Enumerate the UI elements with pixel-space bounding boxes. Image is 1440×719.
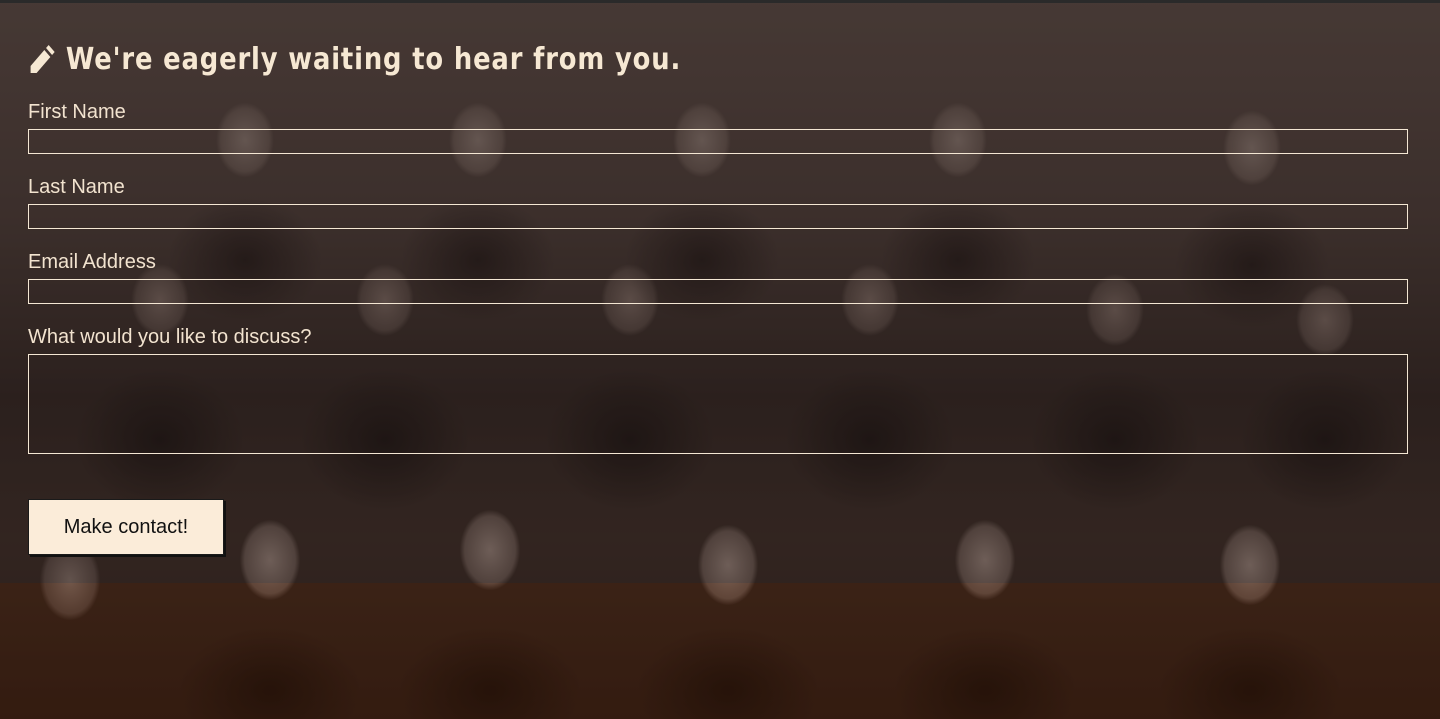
contact-form-panel: We're eagerly waiting to hear from you. … bbox=[0, 0, 1440, 583]
email-label: Email Address bbox=[28, 251, 156, 273]
last-name-input[interactable] bbox=[28, 204, 1408, 229]
contact-page: We're eagerly waiting to hear from you. … bbox=[0, 0, 1440, 719]
background-lower-band bbox=[0, 583, 1440, 719]
pencil-icon bbox=[28, 42, 57, 76]
message-textarea[interactable] bbox=[28, 354, 1408, 454]
last-name-label: Last Name bbox=[28, 176, 125, 198]
form-heading-text: We're eagerly waiting to hear from you. bbox=[65, 41, 682, 77]
email-input[interactable] bbox=[28, 279, 1408, 304]
form-heading: We're eagerly waiting to hear from you. bbox=[28, 39, 681, 79]
first-name-input[interactable] bbox=[28, 129, 1408, 154]
first-name-label: First Name bbox=[28, 101, 126, 123]
make-contact-button[interactable]: Make contact! bbox=[28, 499, 224, 555]
message-label: What would you like to discuss? bbox=[28, 326, 312, 348]
